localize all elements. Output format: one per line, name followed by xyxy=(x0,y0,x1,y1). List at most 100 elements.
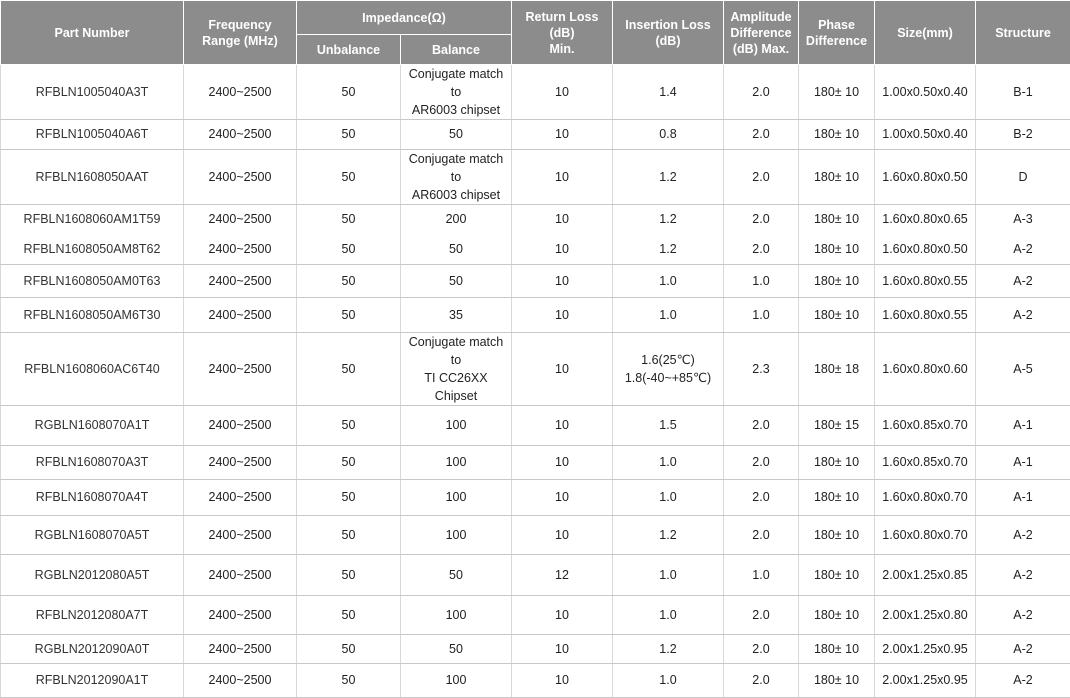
cell-frequency: 2400~2500 xyxy=(184,635,297,664)
cell-balance: 35 xyxy=(401,298,512,333)
cell-phase-difference: 180± 10 xyxy=(799,150,875,205)
cell-frequency: 2400~2500 xyxy=(184,265,297,298)
table-row: RFBLN1608070A3T 2400~2500 50 100 10 1.0 … xyxy=(1,446,1070,480)
cell-size: 1.60x0.80x0.70 xyxy=(875,516,976,555)
cell-size: 1.60x0.80x0.50 xyxy=(875,235,976,265)
table-row: RFBLN2012090A1T 2400~2500 50 100 10 1.0 … xyxy=(1,664,1070,698)
cell-amplitude-difference: 2.0 xyxy=(724,664,799,698)
cell-phase-difference: 180± 10 xyxy=(799,120,875,150)
header-insertion-loss-line1: Insertion Loss xyxy=(615,17,721,33)
header-amplitude-difference: Amplitude Difference (dB) Max. xyxy=(724,1,799,65)
cell-amplitude-difference: 2.0 xyxy=(724,65,799,120)
cell-phase-difference: 180± 10 xyxy=(799,664,875,698)
cell-part-number: RFBLN1608070A3T xyxy=(1,446,184,480)
table-row: RGBLN2012090A0T 2400~2500 50 50 10 1.2 2… xyxy=(1,635,1070,664)
cell-size: 1.60x0.80x0.55 xyxy=(875,265,976,298)
cell-insertion-loss: 1.0 xyxy=(613,446,724,480)
cell-insertion-loss: 1.4 xyxy=(613,65,724,120)
header-frequency-range: Frequency Range (MHz) xyxy=(184,1,297,65)
table-row: RFBLN1608050AM0T63 2400~2500 50 50 10 1.… xyxy=(1,265,1070,298)
table-row: RFBLN1608060AM1T59 2400~2500 50 200 10 1… xyxy=(1,205,1070,235)
cell-return-loss: 12 xyxy=(512,555,613,596)
cell-part-number: RGBLN1608070A5T xyxy=(1,516,184,555)
cell-structure: A-2 xyxy=(976,555,1070,596)
balun-spec-table: Part Number Frequency Range (MHz) Impeda… xyxy=(0,0,1070,698)
cell-unbalance: 50 xyxy=(297,480,401,516)
cell-unbalance: 50 xyxy=(297,235,401,265)
cell-amplitude-difference: 2.0 xyxy=(724,205,799,235)
cell-size: 2.00x1.25x0.80 xyxy=(875,596,976,635)
cell-return-loss: 10 xyxy=(512,596,613,635)
header-insertion-loss-line2: (dB) xyxy=(615,33,721,49)
header-amplitude-line3: (dB) Max. xyxy=(726,41,796,57)
cell-frequency: 2400~2500 xyxy=(184,516,297,555)
cell-structure: A-3 xyxy=(976,205,1070,235)
cell-balance: 100 xyxy=(401,516,512,555)
cell-frequency: 2400~2500 xyxy=(184,664,297,698)
cell-amplitude-difference: 1.0 xyxy=(724,298,799,333)
cell-phase-difference: 180± 10 xyxy=(799,516,875,555)
cell-part-number: RFBLN1608060AC6T40 xyxy=(1,333,184,406)
cell-balance: 100 xyxy=(401,406,512,446)
cell-structure: B-1 xyxy=(976,65,1070,120)
cell-amplitude-difference: 2.0 xyxy=(724,446,799,480)
cell-frequency: 2400~2500 xyxy=(184,150,297,205)
cell-insertion-loss: 1.2 xyxy=(613,205,724,235)
header-amplitude-line2: Difference xyxy=(726,25,796,41)
cell-balance: 50 xyxy=(401,120,512,150)
cell-structure: A-2 xyxy=(976,265,1070,298)
cell-part-number: RFBLN1005040A6T xyxy=(1,120,184,150)
cell-balance: 50 xyxy=(401,235,512,265)
header-return-loss-line1: Return Loss (dB) xyxy=(514,9,610,41)
cell-part-number: RFBLN2012080A7T xyxy=(1,596,184,635)
cell-return-loss: 10 xyxy=(512,65,613,120)
header-impedance: Impedance(Ω) xyxy=(297,1,512,35)
header-return-loss: Return Loss (dB) Min. xyxy=(512,1,613,65)
cell-balance: 50 xyxy=(401,265,512,298)
cell-size: 1.60x0.85x0.70 xyxy=(875,446,976,480)
cell-balance: 50 xyxy=(401,555,512,596)
cell-phase-difference: 180± 10 xyxy=(799,555,875,596)
cell-frequency: 2400~2500 xyxy=(184,446,297,480)
cell-part-number: RGBLN2012080A5T xyxy=(1,555,184,596)
cell-unbalance: 50 xyxy=(297,120,401,150)
cell-size: 1.60x0.80x0.60 xyxy=(875,333,976,406)
cell-unbalance: 50 xyxy=(297,555,401,596)
header-amplitude-line1: Amplitude xyxy=(726,9,796,25)
cell-return-loss: 10 xyxy=(512,120,613,150)
header-balance: Balance xyxy=(401,35,512,65)
cell-return-loss: 10 xyxy=(512,265,613,298)
cell-insertion-loss: 1.0 xyxy=(613,265,724,298)
cell-balance: 100 xyxy=(401,446,512,480)
cell-structure: B-2 xyxy=(976,120,1070,150)
cell-balance: 100 xyxy=(401,480,512,516)
cell-frequency: 2400~2500 xyxy=(184,480,297,516)
cell-balance-line2: TI CC26XX Chipset xyxy=(403,369,509,405)
table-row: RFBLN2012080A7T 2400~2500 50 100 10 1.0 … xyxy=(1,596,1070,635)
cell-amplitude-difference: 2.0 xyxy=(724,120,799,150)
cell-phase-difference: 180± 15 xyxy=(799,406,875,446)
cell-return-loss: 10 xyxy=(512,298,613,333)
table-row: RFBLN1608060AC6T40 2400~2500 50 Conjugat… xyxy=(1,333,1070,406)
cell-part-number: RFBLN1608050AM8T62 xyxy=(1,235,184,265)
cell-part-number: RGBLN1608070A1T xyxy=(1,406,184,446)
cell-balance: Conjugate match toAR6003 chipset xyxy=(401,150,512,205)
cell-unbalance: 50 xyxy=(297,205,401,235)
cell-balance: Conjugate match toAR6003 chipset xyxy=(401,65,512,120)
cell-size: 1.60x0.80x0.55 xyxy=(875,298,976,333)
cell-part-number: RFBLN1005040A3T xyxy=(1,65,184,120)
cell-balance: Conjugate match toTI CC26XX Chipset xyxy=(401,333,512,406)
cell-frequency: 2400~2500 xyxy=(184,333,297,406)
cell-return-loss: 10 xyxy=(512,516,613,555)
header-structure: Structure xyxy=(976,1,1070,65)
table-row: RFBLN1005040A6T 2400~2500 50 50 10 0.8 2… xyxy=(1,120,1070,150)
cell-balance-line2: AR6003 chipset xyxy=(403,186,509,204)
cell-frequency: 2400~2500 xyxy=(184,596,297,635)
cell-size: 1.00x0.50x0.40 xyxy=(875,65,976,120)
cell-return-loss: 10 xyxy=(512,150,613,205)
cell-phase-difference: 180± 10 xyxy=(799,65,875,120)
cell-size: 1.60x0.85x0.70 xyxy=(875,406,976,446)
cell-size: 1.00x0.50x0.40 xyxy=(875,120,976,150)
cell-unbalance: 50 xyxy=(297,65,401,120)
cell-unbalance: 50 xyxy=(297,406,401,446)
